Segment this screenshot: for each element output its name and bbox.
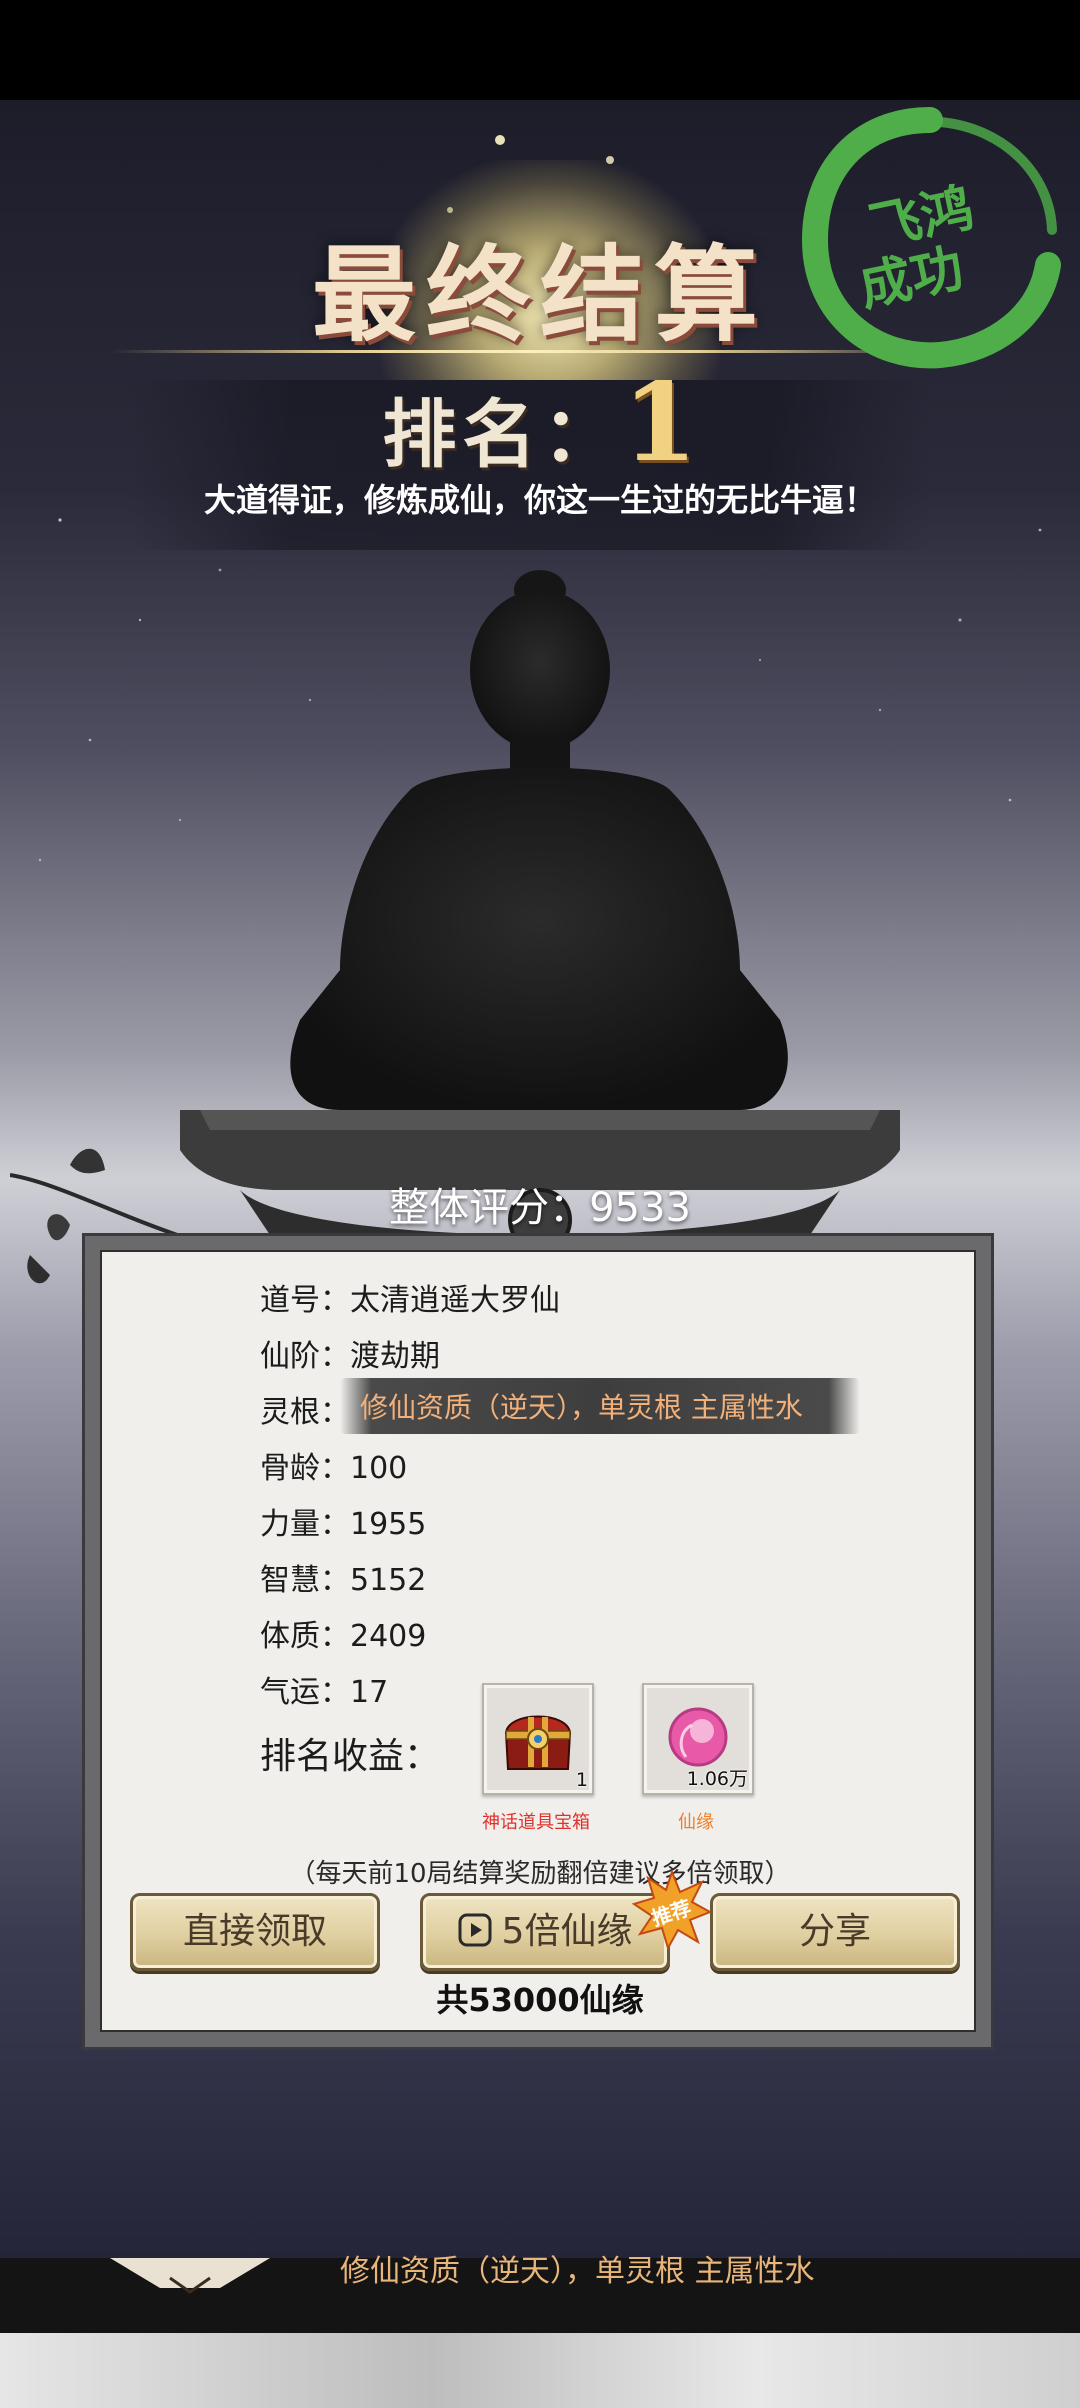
meditating-figure-silhouette <box>180 570 900 1252</box>
seal-text-line2: 成功 <box>854 237 968 318</box>
attr-root: 灵根： <box>260 1387 350 1431</box>
background-root-text: 修仙资质（逆天），单灵根 主属性水 <box>340 2254 815 2289</box>
attr-wisdom-value: 5152 <box>350 1563 427 1598</box>
attr-luck-key: 气运： <box>260 1675 350 1710</box>
attr-wisdom-key: 智慧： <box>260 1563 350 1598</box>
share-button[interactable]: 分享 <box>710 1893 960 1971</box>
attr-title-key: 道号： <box>260 1283 350 1318</box>
attr-power: 力量：1955 <box>260 1499 426 1543</box>
rank-label: 排名： <box>382 392 623 478</box>
claim-directly-label: 直接领取 <box>182 1911 327 1952</box>
double-reward-note: （每天前10局结算奖励翻倍建议多倍领取） <box>289 1859 791 1889</box>
treasure-chest-icon <box>504 1715 572 1770</box>
reward-count-xianyuan: 1.06万 <box>686 1768 748 1790</box>
attr-title-value: 太清逍遥大罗仙 <box>350 1283 560 1318</box>
video-ad-icon <box>458 1913 492 1947</box>
attr-age-value: 100 <box>350 1451 408 1486</box>
reward-name-xianyuan: 仙缘 <box>678 1812 714 1833</box>
attr-power-key: 力量： <box>260 1507 350 1542</box>
reward-item-chest[interactable]: 1 <box>482 1683 594 1795</box>
attr-body-value: 2409 <box>350 1619 427 1654</box>
attr-luck-value: 17 <box>350 1675 389 1710</box>
claim-directly-button[interactable]: 直接领取 <box>130 1893 380 1971</box>
success-seal-icon: 飞鸿 成功 <box>801 107 1061 369</box>
attr-age: 骨龄：100 <box>260 1443 407 1487</box>
total-xianyuan: 共53000仙缘 <box>436 1981 644 2019</box>
background-page-area <box>0 2333 1080 2408</box>
attr-wisdom: 智慧：5152 <box>260 1555 426 1599</box>
attr-body-key: 体质： <box>260 1619 350 1654</box>
attr-stage: 仙阶：渡劫期 <box>260 1331 440 1375</box>
attr-root-value: 修仙资质（逆天），单灵根 主属性水 <box>360 1391 803 1424</box>
attr-root-key: 灵根： <box>260 1395 350 1430</box>
scroll-edge-decoration <box>110 2258 270 2294</box>
rank-value: 1 <box>622 360 698 486</box>
multi-claim-label: 5倍仙缘 <box>501 1911 633 1952</box>
attr-stage-value: 渡劫期 <box>350 1339 440 1374</box>
share-label: 分享 <box>798 1911 871 1952</box>
attr-title: 道号：太清逍遥大罗仙 <box>260 1275 560 1319</box>
attr-stage-key: 仙阶： <box>260 1339 350 1374</box>
score-label: 整体评分： <box>389 1185 590 1231</box>
attr-power-value: 1955 <box>350 1507 427 1542</box>
reward-label: 排名收益： <box>260 1736 441 1777</box>
reward-count-chest: 1 <box>575 1769 588 1791</box>
attr-body: 体质：2409 <box>260 1611 426 1655</box>
reward-item-xianyuan[interactable]: 1.06万 <box>642 1683 754 1795</box>
recommend-badge: 推荐 <box>632 1870 712 1950</box>
status-bar <box>0 0 1080 100</box>
attr-age-key: 骨龄： <box>260 1451 350 1486</box>
attr-luck: 气运：17 <box>260 1667 388 1711</box>
score-value: 9533 <box>589 1185 691 1231</box>
result-subtitle: 大道得证，修炼成仙，你这一生过的无比牛逼！ <box>203 481 876 519</box>
